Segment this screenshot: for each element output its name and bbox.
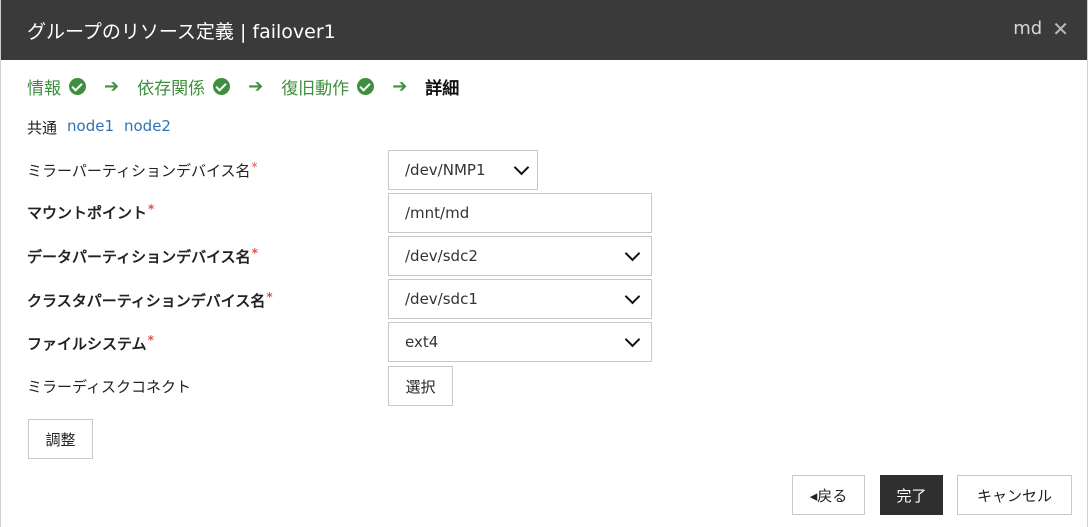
step-info[interactable]: 情報 (27, 74, 86, 99)
mirror-partition-device-select[interactable]: /dev/NMP1 (388, 150, 538, 190)
data-partition-device-label-text: データパーティションデバイス名 (27, 248, 251, 266)
data-partition-device-value: /dev/sdc2 (405, 247, 478, 265)
mount-point-value: /mnt/md (405, 204, 470, 222)
check-circle-icon (213, 78, 231, 95)
step-recovery-label: 復旧動作 (281, 79, 350, 99)
chevron-down-icon (513, 159, 530, 176)
mount-point-input[interactable]: /mnt/md (388, 193, 652, 233)
required-mark: * (266, 290, 273, 304)
cancel-button[interactable]: キャンセル (957, 475, 1072, 515)
chevron-down-icon (624, 288, 641, 305)
mirror-disk-connect-label: ミラーディスクコネクト (27, 376, 191, 397)
mirror-partition-device-label-text: ミラーパーティションデバイス名 (27, 162, 251, 180)
file-system-label-text: ファイルシステム (27, 335, 147, 353)
title-bar: グループのリソース定義 | failover1 md ✕ (1, 0, 1087, 60)
check-circle-icon (69, 78, 86, 95)
file-system-value: ext4 (405, 333, 439, 351)
data-partition-device-select[interactable]: /dev/sdc2 (388, 236, 652, 276)
required-mark: * (251, 160, 258, 174)
tab-node1[interactable]: node1 (67, 117, 114, 138)
arrow-right-icon: ➔ (104, 76, 120, 97)
file-system-select[interactable]: ext4 (388, 322, 652, 362)
chevron-down-icon (624, 331, 641, 348)
cluster-partition-device-label-text: クラスタパーティションデバイス名 (27, 292, 266, 310)
title-right: md ✕ (1013, 18, 1069, 39)
tab-node2[interactable]: node2 (124, 117, 171, 138)
resource-definition-dialog: グループのリソース定義 | failover1 md ✕ 情報 ➔ 依存関係 ➔… (0, 0, 1088, 527)
cluster-partition-device-value: /dev/sdc1 (405, 290, 478, 308)
select-button[interactable]: 選択 (388, 366, 453, 406)
file-system-label: ファイルシステム* (27, 333, 154, 354)
required-mark: * (251, 246, 258, 260)
step-details-label: 詳細 (425, 79, 460, 99)
mirror-partition-device-value: /dev/NMP1 (405, 161, 486, 179)
cluster-partition-device-label: クラスタパーティションデバイス名* (27, 290, 273, 311)
mount-point-label: マウントポイント* (27, 202, 154, 223)
tab-common: 共通 (27, 119, 58, 137)
tune-button[interactable]: 調整 (28, 419, 93, 459)
back-button[interactable]: ◂戻る (792, 475, 865, 515)
step-dependency-label: 依存関係 (137, 79, 206, 99)
step-dependency[interactable]: 依存関係 (137, 74, 231, 99)
chevron-down-icon (624, 245, 641, 262)
step-info-label: 情報 (27, 79, 61, 99)
resource-name: md (1013, 18, 1043, 39)
node-tabs: 共通 node1 node2 (27, 117, 171, 138)
cluster-partition-device-select[interactable]: /dev/sdc1 (388, 279, 652, 319)
required-mark: * (148, 202, 155, 216)
mount-point-label-text: マウントポイント (27, 204, 148, 222)
mirror-disk-connect-label-text: ミラーディスクコネクト (27, 378, 191, 396)
mirror-partition-device-label: ミラーパーティションデバイス名* (27, 160, 258, 181)
finish-button[interactable]: 完了 (880, 475, 943, 515)
dialog-title: グループのリソース定義 | failover1 (27, 21, 336, 43)
close-icon[interactable]: ✕ (1052, 19, 1069, 39)
check-circle-icon (357, 78, 375, 95)
arrow-right-icon: ➔ (392, 76, 408, 97)
step-recovery[interactable]: 復旧動作 (281, 74, 375, 99)
arrow-right-icon: ➔ (248, 76, 264, 97)
data-partition-device-label: データパーティションデバイス名* (27, 246, 258, 267)
required-mark: * (147, 333, 154, 347)
wizard-steps: 情報 ➔ 依存関係 ➔ 復旧動作 ➔ 詳細 (27, 74, 459, 99)
